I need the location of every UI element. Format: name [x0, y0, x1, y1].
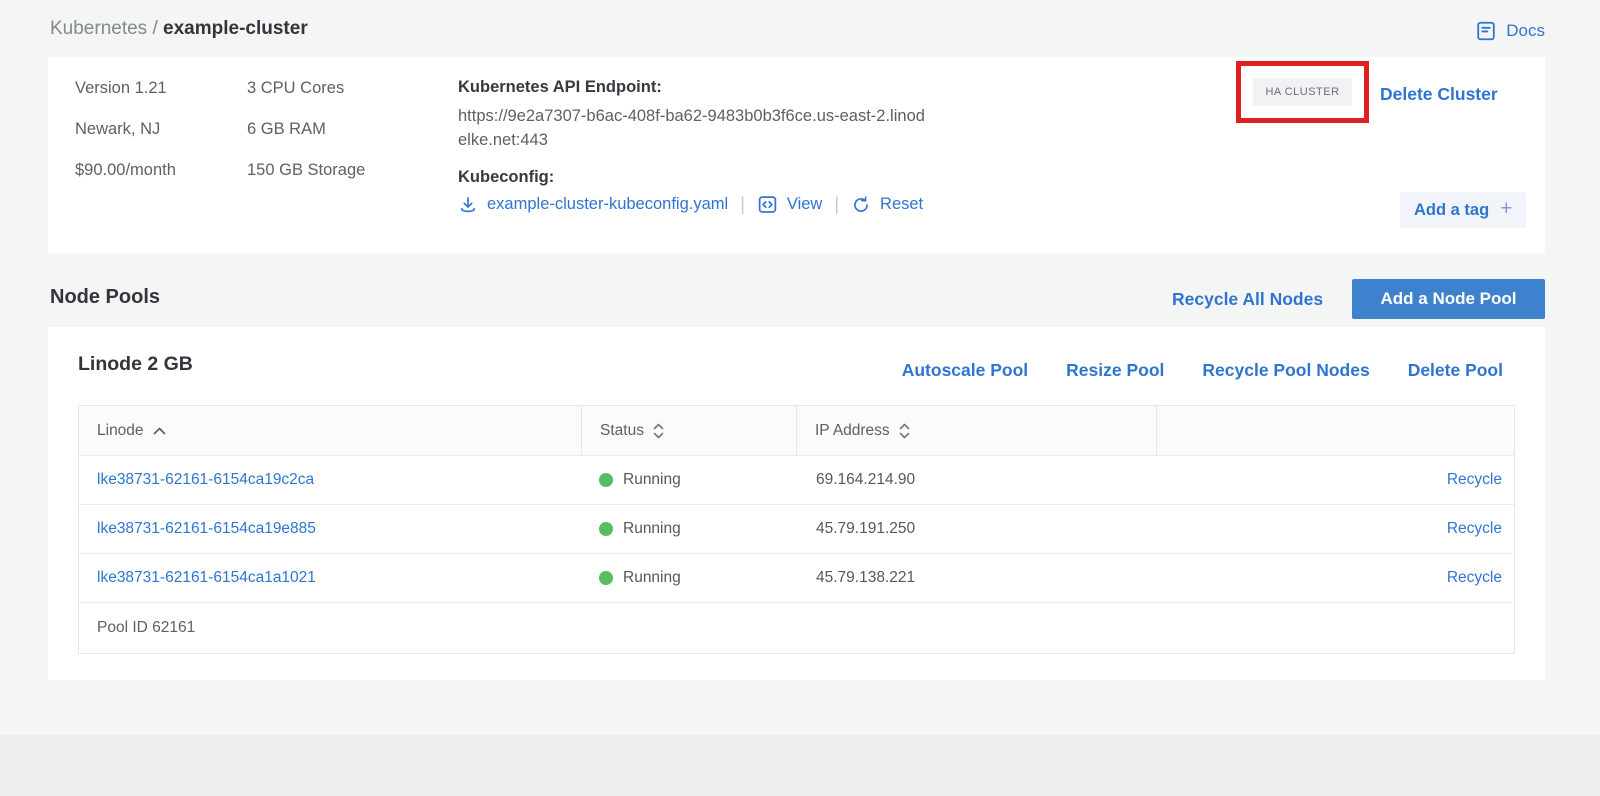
column-label-ip: IP Address [815, 422, 890, 440]
table-header: Linode Status IP Address [79, 406, 1514, 455]
status-label: Running [623, 520, 681, 538]
divider: | [834, 194, 839, 215]
node-pools-title: Node Pools [50, 286, 160, 309]
kubeconfig-row: example-cluster-kubeconfig.yaml | View | [458, 194, 928, 215]
spec-price: $90.00/month [75, 160, 176, 180]
recycle-node-button[interactable]: Recycle [1447, 569, 1502, 586]
status-label: Running [623, 569, 681, 587]
table-row: lke38731-62161-6154ca19e885 Running 45.7… [79, 504, 1514, 553]
column-header-status[interactable]: Status [581, 406, 796, 455]
sort-icon [653, 423, 664, 439]
endpoint-block: Kubernetes API Endpoint: https://9e2a730… [458, 78, 928, 215]
column-header-linode[interactable]: Linode [79, 406, 581, 455]
view-label: View [787, 195, 822, 214]
docs-icon [1475, 20, 1497, 42]
status-running-dot [599, 473, 613, 487]
kubeconfig-label: Kubeconfig: [458, 168, 928, 187]
recycle-node-button[interactable]: Recycle [1447, 520, 1502, 537]
column-header-actions [1156, 406, 1514, 455]
pool-actions: Autoscale Pool Resize Pool Recycle Pool … [902, 360, 1503, 381]
spec-column-2: 3 CPU Cores 6 GB RAM 150 GB Storage [247, 78, 365, 201]
kubeconfig-view-link[interactable]: View [757, 194, 822, 215]
plus-icon: + [1500, 197, 1512, 221]
spec-ram: 6 GB RAM [247, 119, 365, 139]
resize-pool-button[interactable]: Resize Pool [1066, 360, 1164, 381]
pool-id-footer: Pool ID 62161 [79, 602, 1514, 653]
docs-label: Docs [1506, 21, 1545, 41]
download-icon [458, 195, 478, 215]
breadcrumb-current: example-cluster [163, 18, 308, 39]
table-row: lke38731-62161-6154ca19c2ca Running 69.1… [79, 455, 1514, 504]
recycle-all-nodes-button[interactable]: Recycle All Nodes [1172, 289, 1323, 310]
ip-address: 45.79.138.221 [796, 569, 1156, 587]
ip-address: 69.164.214.90 [796, 471, 1156, 489]
table-row: lke38731-62161-6154ca1a1021 Running 45.7… [79, 553, 1514, 602]
reset-icon [851, 195, 871, 215]
breadcrumb-separator: / [147, 18, 163, 39]
status-running-dot [599, 571, 613, 585]
sort-icon [899, 423, 910, 439]
linode-link[interactable]: lke38731-62161-6154ca1a1021 [97, 569, 316, 586]
docs-link[interactable]: Docs [1475, 20, 1545, 42]
recycle-node-button[interactable]: Recycle [1447, 471, 1502, 488]
cluster-summary-panel: Version 1.21 Newark, NJ $90.00/month 3 C… [48, 57, 1545, 253]
node-table: Linode Status IP Address [78, 405, 1515, 654]
breadcrumb-section[interactable]: Kubernetes [50, 18, 147, 39]
autoscale-pool-button[interactable]: Autoscale Pool [902, 360, 1028, 381]
delete-pool-button[interactable]: Delete Pool [1408, 360, 1503, 381]
ha-cluster-badge: HA CLUSTER [1253, 78, 1351, 106]
reset-label: Reset [880, 195, 923, 214]
status-label: Running [623, 471, 681, 489]
spec-column-1: Version 1.21 Newark, NJ $90.00/month [75, 78, 176, 201]
ip-address: 45.79.191.250 [796, 520, 1156, 538]
recycle-pool-nodes-button[interactable]: Recycle Pool Nodes [1202, 360, 1369, 381]
add-tag-button[interactable]: Add a tag + [1400, 192, 1526, 228]
kubeconfig-filename: example-cluster-kubeconfig.yaml [487, 195, 728, 214]
linode-link[interactable]: lke38731-62161-6154ca19c2ca [97, 471, 314, 488]
node-pool-panel: Linode 2 GB Autoscale Pool Resize Pool R… [48, 327, 1545, 680]
column-label-status: Status [600, 422, 644, 440]
column-header-ip[interactable]: IP Address [796, 406, 1156, 455]
spec-version: Version 1.21 [75, 78, 176, 98]
spec-region: Newark, NJ [75, 119, 176, 139]
ha-cluster-annotation-box: HA CLUSTER [1236, 61, 1369, 123]
api-endpoint-label: Kubernetes API Endpoint: [458, 78, 928, 97]
linode-link[interactable]: lke38731-62161-6154ca19e885 [97, 520, 316, 537]
spec-storage: 150 GB Storage [247, 160, 365, 180]
delete-cluster-button[interactable]: Delete Cluster [1380, 84, 1498, 105]
pool-name: Linode 2 GB [78, 353, 193, 376]
divider: | [740, 194, 745, 215]
api-endpoint-url: https://9e2a7307-b6ac-408f-ba62-9483b0b3… [458, 104, 928, 152]
breadcrumb: Kubernetes / example-cluster [50, 18, 308, 40]
add-node-pool-button[interactable]: Add a Node Pool [1352, 279, 1545, 319]
column-label-linode: Linode [97, 422, 144, 440]
kubeconfig-reset-link[interactable]: Reset [851, 195, 923, 215]
status-running-dot [599, 522, 613, 536]
sort-asc-icon [153, 427, 166, 435]
page-footer-area [0, 735, 1600, 796]
add-tag-label: Add a tag [1414, 201, 1489, 220]
spec-cpu: 3 CPU Cores [247, 78, 365, 98]
code-icon [757, 194, 778, 215]
kubeconfig-download-link[interactable]: example-cluster-kubeconfig.yaml [458, 195, 728, 215]
